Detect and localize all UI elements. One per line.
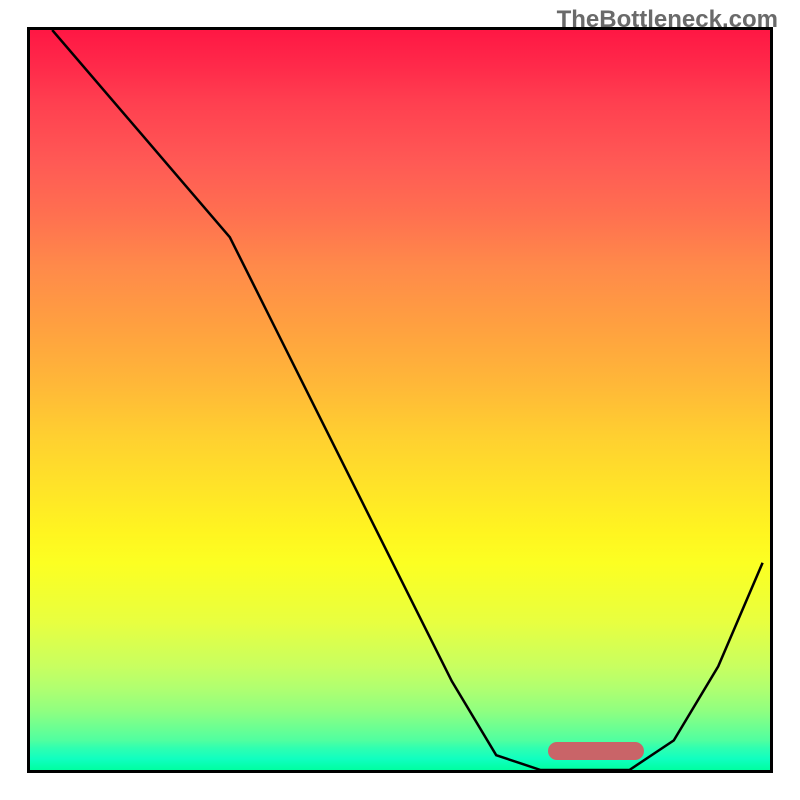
watermark-text: TheBottleneck.com	[557, 6, 778, 34]
plot-area	[27, 27, 773, 773]
optimal-range-marker	[548, 742, 644, 760]
bottleneck-chart: TheBottleneck.com	[0, 0, 800, 800]
curve-line	[30, 30, 770, 770]
